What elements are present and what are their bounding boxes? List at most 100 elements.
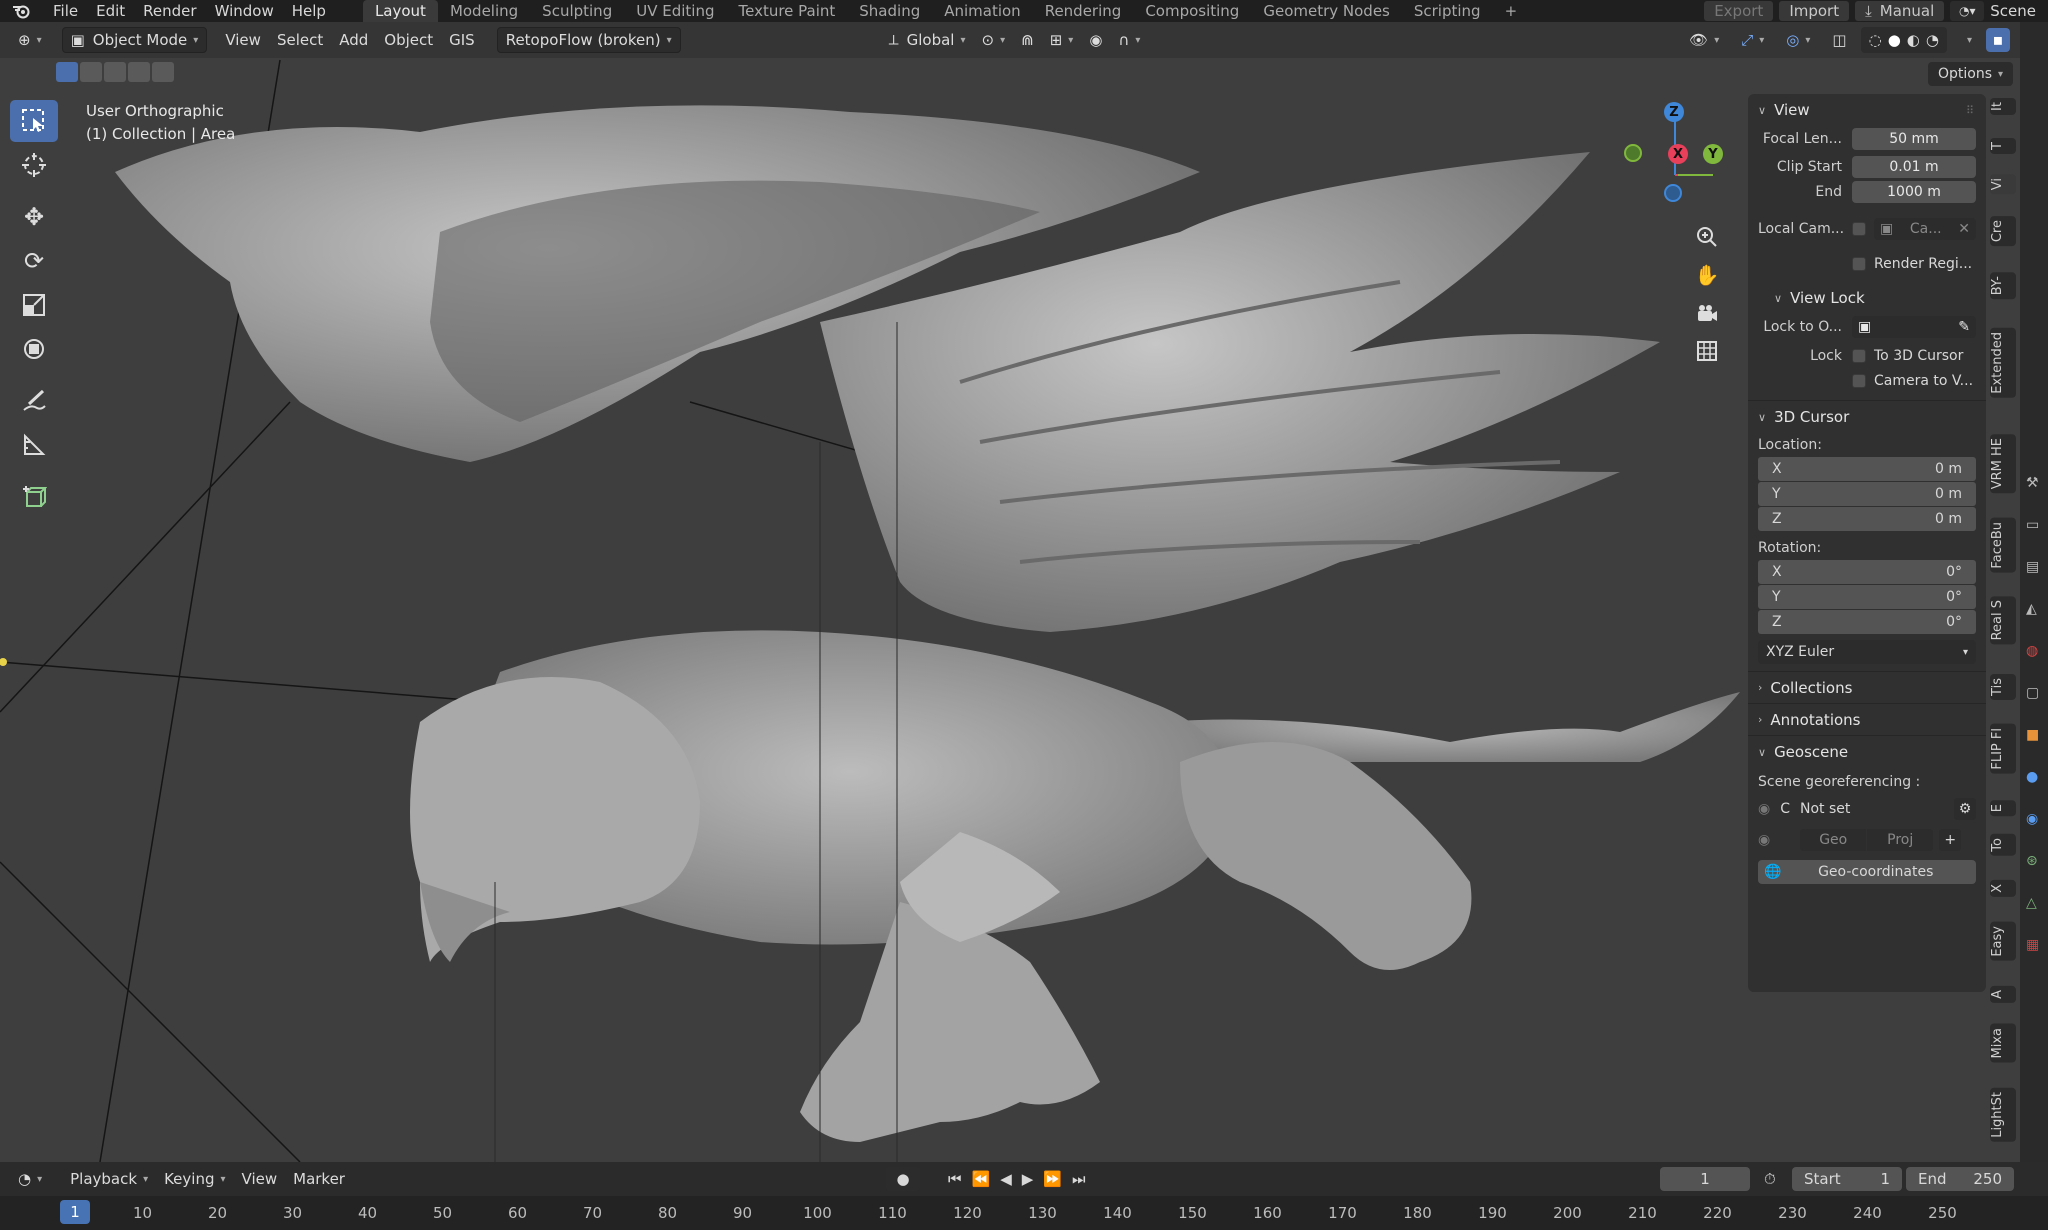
- clear-icon[interactable]: ✕: [1958, 221, 1970, 237]
- move-tool-icon[interactable]: ✥: [10, 196, 58, 238]
- import-button[interactable]: Import: [1779, 1, 1850, 21]
- select-invert-icon[interactable]: [128, 62, 150, 82]
- manual-button[interactable]: ⤓ Manual: [1855, 1, 1945, 21]
- sidebar-tab-real-s[interactable]: Real S: [1990, 596, 2016, 645]
- physics-props-icon[interactable]: ◉: [2026, 798, 2039, 840]
- playback-menu[interactable]: Playback ▾: [62, 1166, 156, 1192]
- menu-edit[interactable]: Edit: [87, 1, 134, 21]
- to-3d-cursor-checkbox[interactable]: [1852, 348, 1866, 363]
- tab-rendering[interactable]: Rendering: [1033, 0, 1134, 22]
- timeline-ruler[interactable]: 10 20 30 40 50 60 70 80 90 100 110 120 130 140 150 160 1…: [0, 1196, 2048, 1230]
- tab-texture-paint[interactable]: Texture Paint: [726, 0, 847, 22]
- scene-name[interactable]: Scene: [1990, 2, 2048, 20]
- keying-menu[interactable]: Keying ▾: [156, 1166, 233, 1192]
- wireframe-shading-icon[interactable]: ◌: [1869, 31, 1882, 49]
- editor-type-button[interactable]: ⊕ ▾: [10, 27, 50, 53]
- pivot-point-dropdown[interactable]: ⊙ ▾: [974, 27, 1014, 53]
- play-icon[interactable]: ▶: [1022, 1170, 1034, 1188]
- falloff-dropdown[interactable]: ∩ ▾: [1110, 27, 1148, 53]
- menu-view[interactable]: View: [217, 27, 269, 53]
- annotations-header[interactable]: › Annotations: [1748, 704, 1986, 736]
- add-crs-button[interactable]: +: [1939, 828, 1962, 851]
- jump-start-icon[interactable]: ⏮: [948, 1170, 962, 1188]
- cursor-rotation-x[interactable]: X 0°: [1758, 560, 1976, 584]
- sidebar-tab-to[interactable]: To: [1990, 834, 2016, 856]
- sidebar-tab-create[interactable]: Cre: [1990, 216, 2016, 247]
- menu-add[interactable]: Add: [331, 27, 376, 53]
- collection-props-icon[interactable]: ▢: [2026, 672, 2039, 714]
- data-props-icon[interactable]: △: [2026, 882, 2039, 924]
- select-intersect-icon[interactable]: [152, 62, 174, 82]
- scale-tool-icon[interactable]: [10, 284, 58, 326]
- jump-end-icon[interactable]: ⏭: [1072, 1170, 1086, 1188]
- end-frame-field[interactable]: End 250: [1906, 1167, 2014, 1191]
- gizmo-neg-z[interactable]: [1664, 184, 1682, 202]
- select-box-tool-icon[interactable]: [10, 100, 58, 142]
- world-props-icon[interactable]: ◍: [2026, 630, 2039, 672]
- menu-file[interactable]: File: [44, 1, 87, 21]
- render-region-checkbox[interactable]: [1852, 256, 1866, 271]
- export-button[interactable]: Export: [1704, 1, 1774, 21]
- proj-button[interactable]: Proj: [1867, 828, 1934, 851]
- render-props-icon[interactable]: ▭: [2026, 504, 2039, 546]
- menu-object[interactable]: Object: [376, 27, 441, 53]
- tab-layout[interactable]: Layout: [362, 0, 438, 22]
- menu-window[interactable]: Window: [206, 1, 283, 21]
- rotation-mode-dropdown[interactable]: XYZ Euler ▾: [1758, 640, 1976, 664]
- eyedropper-icon[interactable]: ✎: [1958, 319, 1970, 335]
- cursor-rotation-z[interactable]: Z 0°: [1758, 610, 1976, 634]
- 3d-viewport[interactable]: Z Y X ✋: [0, 22, 2020, 1162]
- timeline-view-menu[interactable]: View: [234, 1166, 286, 1192]
- camera-to-view-checkbox[interactable]: [1852, 373, 1866, 388]
- sidebar-tab-easy[interactable]: Easy: [1990, 922, 2016, 961]
- camera-view-icon[interactable]: [1692, 298, 1722, 328]
- stopwatch-icon[interactable]: ⏱: [1764, 1170, 1776, 1188]
- scene-props-icon[interactable]: ◭: [2026, 588, 2039, 630]
- view-lock-header[interactable]: ∨ View Lock: [1748, 282, 1986, 314]
- geoscene-header[interactable]: ∨ Geoscene: [1748, 736, 1986, 768]
- gizmo-toggle[interactable]: ⤢ ▾: [1733, 27, 1772, 53]
- sidebar-tab-by[interactable]: BY-: [1990, 272, 2016, 300]
- menu-gis[interactable]: GIS: [441, 27, 483, 53]
- xray-toggle[interactable]: ◫: [1824, 27, 1854, 53]
- radio-icon[interactable]: ◉: [1758, 832, 1770, 848]
- menu-render[interactable]: Render: [134, 1, 205, 21]
- annotate-tool-icon[interactable]: [10, 380, 58, 422]
- options-dropdown[interactable]: Options ▾: [1928, 62, 2014, 86]
- lock-to-object-field[interactable]: ▣ ✎: [1852, 315, 1976, 338]
- clip-end-field[interactable]: 1000 m: [1852, 180, 1976, 203]
- gizmo-neg-y[interactable]: [1624, 144, 1642, 162]
- tab-scripting[interactable]: Scripting: [1402, 0, 1493, 22]
- local-camera-checkbox[interactable]: [1852, 221, 1866, 236]
- object-props-icon[interactable]: ■: [2026, 714, 2039, 756]
- drag-handle-icon[interactable]: ⠿: [1966, 104, 1974, 117]
- view-panel-header[interactable]: ∨ View ⠿: [1748, 94, 1986, 126]
- geo-coordinates-button[interactable]: 🌐 Geo-coordinates: [1758, 860, 1976, 884]
- transform-tool-icon[interactable]: [10, 328, 58, 370]
- tab-shading[interactable]: Shading: [847, 0, 932, 22]
- jump-keyframe-forward-icon[interactable]: ⏩: [1043, 1170, 1062, 1188]
- 3d-cursor-header[interactable]: ∨ 3D Cursor: [1748, 401, 1986, 433]
- rendered-shading-icon[interactable]: ◔: [1926, 31, 1939, 49]
- pan-hand-icon[interactable]: ✋: [1692, 260, 1722, 290]
- mode-dropdown[interactable]: ▣ Object Mode ▾: [61, 27, 208, 53]
- cursor-location-x[interactable]: X 0 m: [1758, 457, 1976, 481]
- geo-button[interactable]: Geo: [1800, 828, 1867, 851]
- radio-icon[interactable]: ◉: [1758, 801, 1770, 817]
- cursor-tool-icon[interactable]: [10, 144, 58, 186]
- grid-ortho-icon[interactable]: [1692, 336, 1722, 366]
- start-frame-field[interactable]: Start 1: [1792, 1167, 1902, 1191]
- texture-props-icon[interactable]: ▦: [2026, 924, 2039, 966]
- sidebar-tab-facebuilder[interactable]: FaceBu: [1990, 518, 2016, 573]
- menu-select[interactable]: Select: [269, 27, 331, 53]
- gear-icon[interactable]: ⚙: [1954, 797, 1976, 820]
- tab-geometry-nodes[interactable]: Geometry Nodes: [1251, 0, 1402, 22]
- sidebar-tab-extended[interactable]: Extended: [1990, 328, 2016, 398]
- sidebar-tab-lightstudio[interactable]: LightSt: [1990, 1088, 2016, 1142]
- timeline-editor-type[interactable]: ◔ ▾: [10, 1166, 50, 1192]
- blender-logo-icon[interactable]: [10, 0, 32, 22]
- tab-uv-editing[interactable]: UV Editing: [624, 0, 726, 22]
- local-camera-field[interactable]: ▣ Ca... ✕: [1874, 217, 1976, 240]
- sidebar-tab-e[interactable]: E: [1990, 800, 2016, 817]
- jump-keyframe-back-icon[interactable]: ⏪: [972, 1170, 991, 1188]
